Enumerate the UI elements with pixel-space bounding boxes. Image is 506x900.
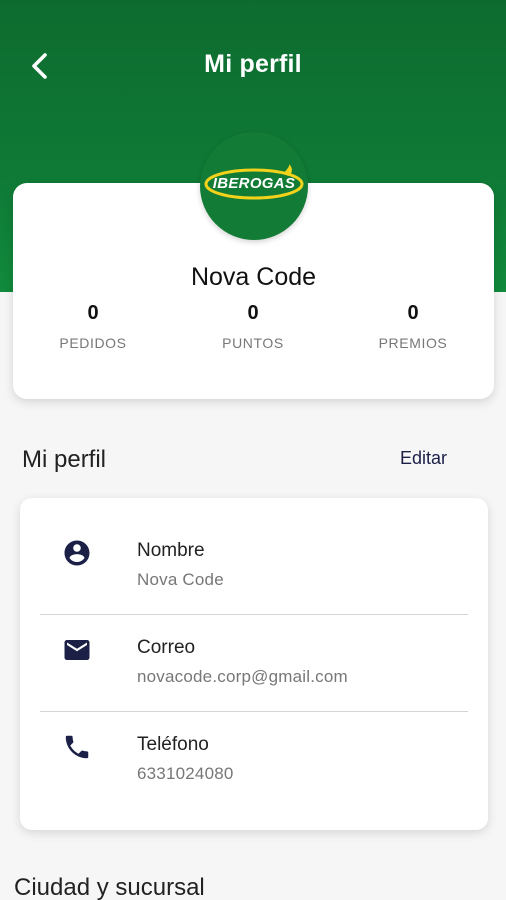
info-value: Nova Code: [137, 570, 224, 589]
page-title: Mi perfil: [204, 50, 302, 78]
info-label: Nombre: [137, 540, 205, 561]
stat-value: 0: [87, 302, 99, 324]
info-row-email: Correo novacode.corp@gmail.com: [20, 595, 488, 692]
profile-screen: Mi perfil Nova Code 0 PEDIDOS 0 PUNTOS 0…: [0, 0, 506, 900]
stat-pedidos: 0 PEDIDOS: [33, 301, 153, 351]
stat-label: PEDIDOS: [59, 335, 127, 351]
info-label: Correo: [137, 637, 196, 658]
stat-value: 0: [247, 302, 259, 324]
stat-premios: 0 PREMIOS: [353, 301, 473, 351]
info-value: 6331024080: [137, 764, 234, 783]
info-row-name: Nombre Nova Code: [20, 498, 488, 595]
mail-icon: [62, 635, 92, 665]
logo-brand-text: IBEROGAS: [212, 175, 296, 192]
section-title: Mi perfil: [22, 446, 107, 473]
user-name: Nova Code: [190, 263, 317, 291]
stat-label: PREMIOS: [378, 335, 448, 351]
phone-icon: [62, 732, 92, 762]
stat-label: PUNTOS: [222, 335, 284, 351]
edit-button[interactable]: Editar: [400, 448, 447, 469]
avatar: IBEROGAS: [200, 132, 308, 240]
info-value: novacode.corp@gmail.com: [137, 667, 348, 686]
account-circle-icon: [62, 538, 92, 568]
section-title-city-branch: Ciudad y sucursal: [14, 874, 205, 900]
info-row-phone: Teléfono 6331024080: [20, 692, 488, 789]
stat-puntos: 0 PUNTOS: [193, 301, 313, 351]
iberogas-logo-icon: IBEROGAS: [202, 164, 306, 208]
info-label: Teléfono: [137, 734, 209, 755]
stat-value: 0: [407, 302, 419, 324]
profile-info-card: Nombre Nova Code Correo novacode.corp@gm…: [20, 498, 488, 830]
